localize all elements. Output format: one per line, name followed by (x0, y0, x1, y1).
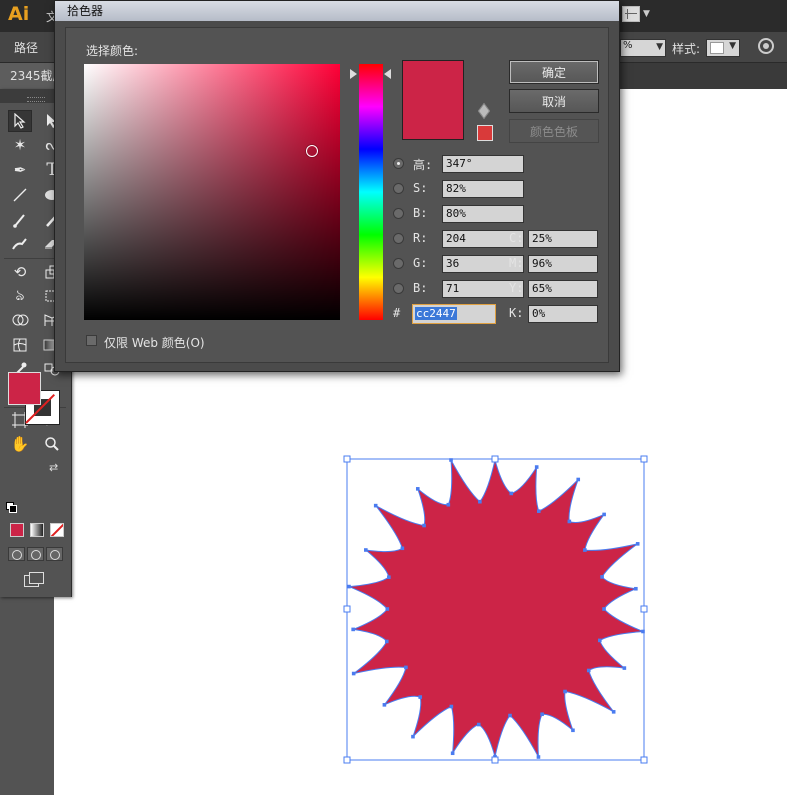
black-field[interactable]: 0% (528, 305, 598, 323)
rotate-tool-icon[interactable]: ⟲ (8, 261, 32, 283)
dialog-body: 选择颜色: 确定 取消 颜色色板 高: 347° S: 82% B: 80% R… (65, 27, 609, 363)
select-color-label: 选择颜色: (86, 44, 139, 58)
zoom-tool-icon[interactable] (40, 433, 64, 455)
brightness-label: B: (413, 206, 428, 220)
cyan-label: C: (509, 231, 524, 245)
brightness-radio[interactable] (393, 208, 404, 219)
dialog-title[interactable]: 拾色器 (55, 1, 619, 21)
gamut-color-swatch[interactable] (477, 125, 493, 141)
warp-tool-icon[interactable]: ঌ (8, 285, 32, 307)
brightness-field[interactable]: 80% (442, 205, 524, 223)
hex-field[interactable]: cc2447 (412, 304, 496, 324)
web-colors-only-label[interactable]: 仅限 Web 颜色(O) (104, 334, 205, 351)
hue-slider-handle-right-icon[interactable] (384, 69, 391, 79)
workspace-layout-icon[interactable] (622, 6, 640, 22)
draw-inside-icon[interactable] (46, 547, 63, 561)
document-setup-icon[interactable] (758, 38, 774, 54)
saturation-label: S: (413, 181, 428, 195)
hue-slider[interactable] (359, 64, 383, 320)
shape-builder-tool-icon[interactable] (8, 309, 32, 331)
saturation-brightness-field[interactable] (84, 64, 340, 320)
web-colors-only-checkbox[interactable] (86, 335, 97, 346)
magic-wand-tool-icon[interactable]: ✶ (8, 134, 32, 156)
paintbrush-tool-icon[interactable] (8, 209, 32, 231)
chevron-down-icon: ▼ (656, 42, 663, 52)
panel-grip-icon[interactable] (27, 97, 45, 102)
opacity-value: % (623, 40, 633, 51)
color-mode-button[interactable] (10, 523, 24, 537)
blue-label: B: (413, 281, 428, 295)
saturation-radio[interactable] (393, 183, 404, 194)
default-fill-stroke-icon[interactable] (6, 502, 17, 513)
style-label: 样式: (672, 42, 701, 56)
black-label: K: (509, 306, 524, 320)
mesh-tool-icon[interactable] (8, 334, 32, 356)
cyan-field[interactable]: 25% (528, 230, 598, 248)
color-picker-dialog: 拾色器 选择颜色: 确定 取消 颜色色板 高: 347° S: 82% B: 8… (54, 0, 620, 372)
none-mode-button[interactable] (50, 523, 64, 537)
ok-button[interactable]: 确定 (509, 60, 599, 84)
color-preview-swatch (402, 60, 464, 140)
chevron-down-icon: ▼ (729, 41, 736, 51)
hue-slider-handle-left-icon[interactable] (350, 69, 357, 79)
hex-label: # (393, 306, 401, 320)
draw-behind-icon[interactable] (27, 547, 44, 561)
hue-field[interactable]: 347° (442, 155, 524, 173)
draw-normal-icon[interactable] (8, 547, 25, 561)
yellow-label: Y: (509, 281, 524, 295)
blob-brush-tool-icon[interactable] (8, 233, 32, 255)
green-radio[interactable] (393, 258, 404, 269)
hue-label: 高: (413, 158, 433, 172)
style-swatch-icon (710, 42, 724, 54)
hue-radio[interactable] (393, 158, 404, 169)
color-marker-icon[interactable] (306, 145, 318, 157)
selection-type-label: 路径 (14, 41, 39, 55)
yellow-field[interactable]: 65% (528, 280, 598, 298)
gradient-mode-button[interactable] (30, 523, 44, 537)
magenta-field[interactable]: 96% (528, 255, 598, 273)
hand-tool-icon[interactable]: ✋ (8, 433, 32, 455)
saturation-field[interactable]: 82% (442, 180, 524, 198)
graphic-style-dropdown[interactable]: ▼ (706, 39, 740, 57)
app-logo: Ai (8, 3, 30, 25)
fill-swatch[interactable] (8, 372, 41, 405)
opacity-dropdown[interactable]: % ▼ (620, 39, 666, 57)
out-of-gamut-warning-icon[interactable] (477, 102, 491, 120)
line-tool-icon[interactable] (8, 184, 32, 206)
blue-radio[interactable] (393, 283, 404, 294)
magenta-label: M: (509, 256, 524, 270)
color-swatches-button[interactable]: 颜色色板 (509, 119, 599, 143)
red-radio[interactable] (393, 233, 404, 244)
selection-tool-icon[interactable] (8, 110, 32, 132)
cancel-button[interactable]: 取消 (509, 89, 599, 113)
red-label: R: (413, 231, 428, 245)
chevron-down-icon[interactable]: ▼ (643, 9, 650, 19)
green-label: G: (413, 256, 428, 270)
swap-fill-stroke-icon[interactable]: ⇄ (49, 461, 58, 474)
screen-mode-icon[interactable] (24, 572, 44, 587)
pen-tool-icon[interactable]: ✒ (8, 159, 32, 181)
hex-value: cc2447 (415, 307, 457, 320)
